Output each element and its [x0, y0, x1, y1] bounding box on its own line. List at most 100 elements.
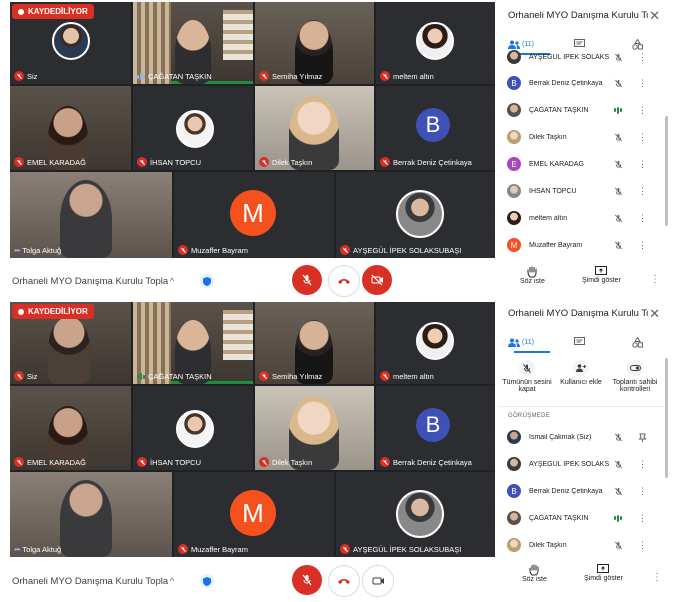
mic-off-icon: [259, 71, 269, 81]
participant-tile[interactable]: Dilek Taşkın: [255, 386, 374, 470]
more-options-icon[interactable]: ⋮: [652, 572, 662, 583]
list-item[interactable]: ÇAĞATAN TAŞKIN ⋮: [498, 97, 668, 123]
leave-call-button[interactable]: [328, 265, 360, 297]
raise-hand-button[interactable]: Söz iste: [522, 564, 547, 583]
list-item[interactable]: M Muzaffer Bayram ⋮: [498, 232, 668, 254]
more-options-icon[interactable]: ⋮: [638, 240, 647, 251]
more-options-icon[interactable]: ⋮: [638, 105, 647, 116]
mute-all-button[interactable]: Tümünün sesini kapat: [502, 360, 552, 393]
mic-off-icon: [615, 133, 622, 141]
mic-off-icon: [615, 187, 622, 195]
add-user-button[interactable]: Kullanıcı ekle: [556, 360, 606, 386]
camera-toggle-button[interactable]: [362, 265, 392, 295]
close-icon[interactable]: ✕: [649, 306, 660, 322]
participant-tile[interactable]: AYŞEGÜL İPEK SOLAKSUBAŞI: [336, 172, 495, 258]
participant-tile[interactable]: İHSAN TOPCU: [133, 86, 253, 170]
more-options-icon[interactable]: ⋮: [638, 540, 647, 551]
list-item[interactable]: Dilek Taşkın ⋮: [498, 124, 668, 150]
avatar: [416, 22, 454, 60]
participant-tile[interactable]: B Berrak Deniz Çetinkaya: [376, 386, 495, 470]
tile-name: İHSAN TOPCU: [137, 157, 201, 167]
scrollbar[interactable]: [665, 116, 668, 226]
participant-tile[interactable]: EMEL KARADAĞ: [10, 86, 131, 170]
more-options-icon[interactable]: ⋮: [638, 52, 647, 63]
participant-tile[interactable]: meltem altın: [376, 302, 495, 384]
more-options-icon[interactable]: ⋮: [638, 78, 647, 89]
more-options-icon[interactable]: ⋮: [650, 274, 660, 285]
list-item[interactable]: Ismail Çakmak (Siz): [498, 424, 668, 450]
participants-panel: Orhaneli MYO Danışma Kurulu To... ✕ (11)…: [498, 0, 678, 298]
meeting-controls-bar: Orhaneli MYO Danışma Kurulu Toplant... ^: [10, 262, 495, 300]
participant-tile[interactable]: AYŞEGÜL İPEK SOLAKSUBAŞI: [336, 472, 495, 557]
participant-tile[interactable]: EMEL KARADAĞ: [10, 386, 131, 470]
tab-chat[interactable]: [574, 332, 585, 352]
meeting-controls-bar: Orhaneli MYO Danışma Kurulu Toplant... ^: [10, 562, 495, 600]
list-item[interactable]: B Berrak Deniz Çetinkaya ⋮: [498, 478, 668, 504]
tile-name: ••• Tolga Aktuğ: [14, 246, 62, 255]
more-options-icon[interactable]: ⋮: [638, 159, 647, 170]
list-item[interactable]: meltem altın ⋮: [498, 205, 668, 231]
more-options-icon[interactable]: ⋮: [638, 459, 647, 470]
tab-activities[interactable]: [632, 332, 643, 352]
avatar: B: [416, 108, 450, 142]
camera-icon: [372, 577, 384, 585]
list-item[interactable]: İHSAN TOPCU ⋮: [498, 178, 668, 204]
more-options-icon[interactable]: ⋮: [638, 186, 647, 197]
more-options-icon[interactable]: ⋮: [638, 513, 647, 524]
present-now-button[interactable]: Şimdi göster: [584, 564, 623, 582]
more-options-icon[interactable]: ⋮: [638, 132, 647, 143]
avatar: [396, 190, 444, 238]
tile-name: ÇAĞATAN TAŞKIN: [137, 372, 212, 381]
participant-tile[interactable]: ÇAĞATAN TAŞKIN: [133, 2, 253, 84]
meeting-title[interactable]: Orhaneli MYO Danışma Kurulu Toplant...: [12, 276, 168, 287]
participant-tile[interactable]: Semiha Yılmaz: [255, 2, 374, 84]
participant-tile[interactable]: M Muzaffer Bayram: [174, 172, 334, 258]
tab-indicator: [514, 351, 550, 353]
raise-hand-button[interactable]: Söz iste: [520, 266, 545, 285]
present-now-button[interactable]: Şimdi göster: [582, 266, 621, 284]
close-icon[interactable]: ✕: [649, 8, 660, 24]
participant-tile[interactable]: M Muzaffer Bayram: [174, 472, 334, 557]
mic-toggle-button[interactable]: [292, 265, 322, 295]
person-figure: [60, 480, 112, 557]
mic-off-icon: [14, 371, 24, 381]
participant-tile[interactable]: İHSAN TOPCU: [133, 386, 253, 470]
mic-toggle-button[interactable]: [292, 565, 322, 595]
list-item[interactable]: AYŞEGÜL İPEK SOLAKS... ⋮: [498, 451, 668, 477]
speaking-indicator-icon: [137, 373, 145, 380]
list-item[interactable]: AYŞEGÜL İPEK SOLAKS... ⋮: [498, 44, 668, 70]
host-controls-button[interactable]: Toplantı sahibi kontrolleri: [610, 360, 660, 393]
participant-tile[interactable]: ••• Tolga Aktuğ: [10, 172, 172, 258]
mic-off-icon: [14, 71, 24, 81]
participant-tile[interactable]: ••• Tolga Aktuğ: [10, 472, 172, 557]
participant-tile[interactable]: Semiha Yılmaz: [255, 302, 374, 384]
pin-icon[interactable]: [638, 433, 647, 442]
chevron-up-icon[interactable]: ^: [170, 276, 174, 286]
mic-off-icon: [259, 457, 269, 467]
participant-tile[interactable]: Dilek Taşkın: [255, 86, 374, 170]
list-item[interactable]: Dilek Taşkın ⋮: [498, 532, 668, 556]
participant-tile[interactable]: B Berrak Deniz Çetinkaya: [376, 86, 495, 170]
participant-tile[interactable]: ÇAĞATAN TAŞKIN: [133, 302, 253, 384]
scrollbar[interactable]: [665, 358, 668, 478]
video-grid: KAYDEDİLİYOR Siz ÇAĞATAN TAŞKIN Semiha Y…: [10, 302, 495, 557]
shield-icon[interactable]: [200, 574, 215, 588]
participant-list: Ismail Çakmak (Siz) AYŞEGÜL İPEK SOLAKS.…: [498, 424, 668, 556]
participant-tile[interactable]: meltem altın: [376, 2, 495, 84]
avatar: [396, 490, 444, 538]
chevron-up-icon[interactable]: ^: [170, 576, 174, 586]
list-item[interactable]: E EMEL KARADAĞ ⋮: [498, 151, 668, 177]
more-options-icon[interactable]: ⋮: [638, 486, 647, 497]
mic-off-icon: [178, 245, 188, 255]
shield-icon[interactable]: [200, 274, 215, 288]
bookshelf-bg: [223, 10, 253, 60]
leave-call-button[interactable]: [328, 565, 360, 597]
meeting-title[interactable]: Orhaneli MYO Danışma Kurulu Toplant...: [12, 576, 168, 587]
tab-people[interactable]: (11): [508, 332, 550, 353]
camera-toggle-button[interactable]: [362, 565, 394, 597]
panel-title: Orhaneli MYO Danışma Kurulu To...: [508, 308, 648, 319]
list-item[interactable]: ÇAĞATAN TAŞKIN ⋮: [498, 505, 668, 531]
more-options-icon[interactable]: ⋮: [638, 213, 647, 224]
list-item[interactable]: B Berrak Deniz Çetinkaya ⋮: [498, 70, 668, 96]
avatar: B: [416, 408, 450, 442]
